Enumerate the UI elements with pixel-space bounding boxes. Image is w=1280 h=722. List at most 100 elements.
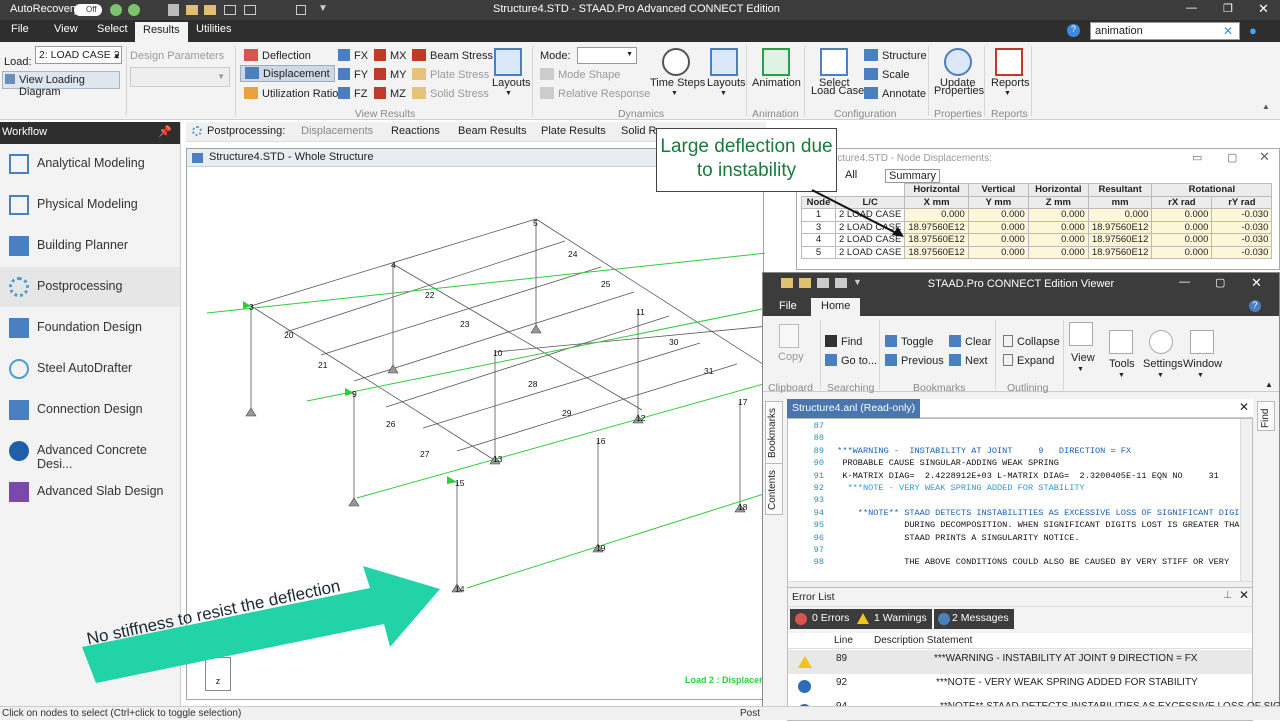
workflow-item-advanced-concrete-design[interactable]: Advanced Concrete Desi... <box>0 431 180 471</box>
next-bookmark-button[interactable]: Next <box>949 354 988 367</box>
filter-messages-button[interactable]: 2 Messages <box>934 609 1014 629</box>
node-10[interactable]: 10 <box>493 348 503 358</box>
node-31[interactable]: 31 <box>704 366 714 376</box>
expand-button[interactable]: Expand <box>1003 354 1054 367</box>
mode-select[interactable]: ▼ <box>577 47 637 64</box>
viewer-ribbon-collapse-icon[interactable]: ▲ <box>1265 380 1273 389</box>
search-input[interactable]: animation ✕ <box>1090 22 1240 40</box>
viewer-close-button[interactable]: ✕ <box>1251 275 1262 291</box>
dynamics-layouts-label[interactable]: Layouts <box>707 77 746 89</box>
close-button[interactable]: ✕ <box>1258 1 1269 17</box>
menu-results[interactable]: Results <box>135 22 188 42</box>
layouts-button-label[interactable]: Layouts <box>492 77 531 89</box>
workflow-item-foundation-design[interactable]: Foundation Design <box>0 308 180 348</box>
node-23[interactable]: 23 <box>460 319 470 329</box>
filter-errors-button[interactable]: 0 Errors <box>790 609 855 629</box>
node-16[interactable]: 16 <box>596 436 606 446</box>
select-load-case-icon[interactable] <box>820 48 848 76</box>
node-30[interactable]: 30 <box>669 337 679 347</box>
node-22[interactable]: 22 <box>425 290 435 300</box>
animation-icon[interactable] <box>762 48 790 76</box>
viewer-open-icon[interactable] <box>799 278 811 288</box>
menu-utilities[interactable]: Utilities <box>196 23 231 35</box>
toggle-bookmark-button[interactable]: Toggle <box>885 335 933 348</box>
node-13[interactable]: 13 <box>493 454 503 464</box>
select-load-case-label-2[interactable]: Load Case <box>811 85 864 97</box>
view-loading-diagram-button[interactable]: View Loading Diagram <box>2 71 120 98</box>
viewer-maximize-button[interactable]: ▢ <box>1215 276 1225 289</box>
back-icon[interactable] <box>110 4 122 16</box>
reports-icon[interactable] <box>995 48 1023 76</box>
tools-button-label[interactable]: Tools <box>1109 358 1135 370</box>
node-20[interactable]: 20 <box>284 330 294 340</box>
load-dropdown-icon[interactable]: ▼ <box>113 52 121 61</box>
viewer-tab-home[interactable]: Home <box>811 298 861 316</box>
restore-button[interactable]: ❐ <box>1223 2 1233 15</box>
print-icon[interactable] <box>296 5 306 15</box>
forward-icon[interactable] <box>128 4 140 16</box>
goto-button[interactable]: Go to... <box>825 354 877 367</box>
node-5[interactable]: 5 <box>533 218 538 228</box>
node-19[interactable]: 19 <box>596 543 606 553</box>
viewer-help-icon[interactable]: ? <box>1249 300 1261 312</box>
view-button-label[interactable]: View <box>1071 352 1095 364</box>
find-button[interactable]: Find <box>825 335 862 348</box>
tools-icon[interactable] <box>1109 330 1133 354</box>
structure-button[interactable]: Structure <box>864 49 927 62</box>
workflow-item-building-planner[interactable]: Building Planner <box>0 226 180 266</box>
time-steps-icon[interactable] <box>662 48 690 76</box>
undo-icon[interactable] <box>224 5 236 15</box>
window-button-label[interactable]: Window <box>1183 358 1222 370</box>
node-18[interactable]: 18 <box>738 502 748 512</box>
node-3[interactable]: 3 <box>249 302 254 312</box>
node-27[interactable]: 27 <box>420 449 430 459</box>
annotate-button[interactable]: Annotate <box>864 87 926 100</box>
node-24[interactable]: 24 <box>568 249 578 259</box>
copy-icon[interactable] <box>779 324 799 348</box>
window-icon[interactable] <box>1190 330 1214 354</box>
my-button[interactable]: MY <box>374 68 407 81</box>
viewer-qat-dropdown-icon[interactable]: ▼ <box>853 277 862 287</box>
minimize-button[interactable]: — <box>1186 2 1197 14</box>
workflow-item-connection-design[interactable]: Connection Design <box>0 390 180 430</box>
collapse-button[interactable]: Collapse <box>1003 335 1060 348</box>
open-folder-icon[interactable] <box>186 5 198 15</box>
workflow-item-analytical-modeling[interactable]: Analytical Modeling <box>0 144 180 184</box>
view-icon[interactable] <box>1069 322 1093 346</box>
collapse-ribbon-icon[interactable]: ▲ <box>1262 102 1270 111</box>
load-select[interactable]: 2: LOAD CASE 2 <box>35 46 122 64</box>
redo-icon[interactable] <box>244 5 256 15</box>
node-9[interactable]: 9 <box>352 389 357 399</box>
mz-button[interactable]: MZ <box>374 87 406 100</box>
fy-button[interactable]: FY <box>338 68 368 81</box>
help-icon[interactable]: ? <box>1067 24 1080 37</box>
time-steps-label[interactable]: Time Steps <box>650 77 705 89</box>
node-26[interactable]: 26 <box>386 419 396 429</box>
deflection-button[interactable]: Deflection <box>244 49 311 62</box>
pin-icon[interactable]: 📌 <box>158 125 172 138</box>
plate-stress-button[interactable]: Plate Stress <box>412 68 489 81</box>
settings-button-label[interactable]: Settings <box>1143 358 1183 370</box>
table-row[interactable]: 52 LOAD CASE 18.97560E12 0.000 0.000 18.9756… <box>801 245 1273 259</box>
qat-dropdown-icon[interactable]: ▼ <box>318 3 328 14</box>
update-properties-label-2[interactable]: Properties <box>934 85 984 97</box>
disp-tab-summary[interactable]: Summary <box>885 169 941 183</box>
workflow-item-postprocessing[interactable]: Postprocessing <box>0 267 180 307</box>
user-icon[interactable]: ● <box>1249 23 1257 38</box>
workflow-item-advanced-slab-design[interactable]: Advanced Slab Design <box>0 472 180 512</box>
layouts-icon[interactable] <box>494 48 522 76</box>
menu-view[interactable]: View <box>54 23 78 35</box>
code-vertical-scrollbar[interactable] <box>1240 419 1252 592</box>
clear-search-icon[interactable]: ✕ <box>1223 24 1233 38</box>
mode-shape-button[interactable]: Mode Shape <box>540 68 620 81</box>
viewer-tab-file[interactable]: File <box>779 300 797 312</box>
viewer-print-icon[interactable] <box>817 278 829 288</box>
error-row-warning[interactable]: 89 ***WARNING - INSTABILITY AT JOINT 9 D… <box>788 650 1252 674</box>
update-properties-icon[interactable] <box>944 48 972 76</box>
mx-button[interactable]: MX <box>374 49 407 62</box>
disp-minimize-button[interactable]: ▭ <box>1192 151 1202 164</box>
fx-button[interactable]: FX <box>338 49 368 62</box>
error-list-pin-icon[interactable]: ⊥ <box>1223 590 1232 601</box>
clear-bookmarks-button[interactable]: Clear <box>949 335 991 348</box>
tab-plate-results[interactable]: Plate Results <box>541 125 606 137</box>
